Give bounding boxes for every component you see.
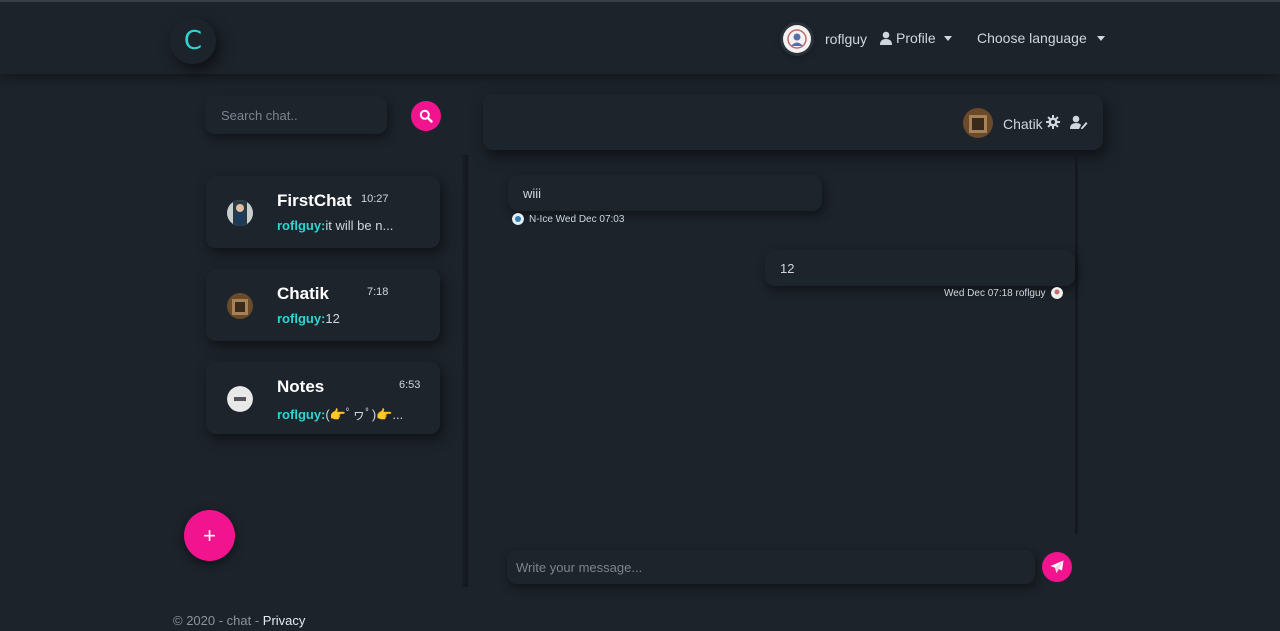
- message-bubble: 12: [765, 250, 1075, 286]
- chat-time: 7:18: [367, 286, 389, 298]
- message-list[interactable]: wiii N-Ice Wed Dec 07:03 12 Wed Dec 07:1…: [468, 156, 1078, 534]
- chat-header: Chatik: [483, 94, 1103, 150]
- chevron-down-icon: [1096, 35, 1105, 41]
- message-meta: N-Ice Wed Dec 07:03: [512, 213, 624, 225]
- paper-plane-icon: [1050, 560, 1064, 573]
- profile-label: Profile: [896, 30, 936, 46]
- preview-message: 12: [325, 311, 340, 326]
- preview-message: (👉ﾟヮﾟ)👉...: [325, 407, 404, 422]
- message-bubble: wiii: [508, 175, 822, 211]
- search-chat-input[interactable]: [205, 96, 387, 134]
- chat-preview: roflguy:it will be n...: [277, 218, 393, 233]
- message-composer: [507, 550, 1035, 584]
- chat-title: Chatik: [1003, 116, 1043, 132]
- chat-name: FirstChat: [277, 191, 352, 210]
- search-button[interactable]: [411, 101, 441, 131]
- message-meta-text: Wed Dec 07:18 roflguy: [944, 287, 1046, 299]
- message-text: wiii: [523, 186, 542, 201]
- copyright-text: © 2020 - chat -: [173, 613, 263, 628]
- search-chat-box: [205, 96, 387, 134]
- sender-avatar: [512, 213, 524, 225]
- chat-time: 6:53: [399, 379, 421, 391]
- send-button[interactable]: [1042, 552, 1072, 582]
- user-avatar[interactable]: [783, 25, 811, 53]
- chat-list-item-firstchat[interactable]: FirstChat 10:27 roflguy:it will be n...: [206, 176, 440, 248]
- message-input[interactable]: [507, 550, 1035, 584]
- nav-username[interactable]: roflguy: [825, 31, 867, 47]
- chevron-down-icon: [943, 35, 952, 41]
- preview-author: roflguy:: [277, 218, 326, 233]
- top-navbar: C roflguy Profile Choose language: [0, 0, 1280, 74]
- chat-preview: roflguy:12: [277, 311, 340, 326]
- chat-preview: roflguy:(👉ﾟヮﾟ)👉...: [277, 404, 403, 423]
- chat-avatar: [227, 386, 253, 412]
- preview-author: roflguy:: [277, 311, 326, 326]
- message-meta: Wed Dec 07:18 roflguy: [944, 287, 1063, 299]
- preview-author: roflguy:: [277, 407, 326, 422]
- chat-time: 10:27: [361, 193, 389, 205]
- chat-name: Chatik: [277, 284, 329, 303]
- chat-name: Notes: [277, 377, 325, 396]
- user-edit-icon[interactable]: [1070, 115, 1088, 134]
- search-icon: [419, 109, 433, 123]
- privacy-link[interactable]: Privacy: [263, 613, 306, 628]
- gear-icon[interactable]: [1046, 115, 1060, 134]
- language-label: Choose language: [977, 30, 1087, 46]
- chat-list-item-chatik[interactable]: Chatik 7:18 roflguy:12: [206, 269, 440, 341]
- brand-logo[interactable]: C: [170, 18, 216, 64]
- chat-list-item-notes[interactable]: Notes 6:53 roflguy:(👉ﾟヮﾟ)👉...: [206, 362, 440, 434]
- profile-dropdown[interactable]: Profile: [880, 30, 952, 46]
- add-chat-button[interactable]: +: [184, 510, 235, 561]
- message-meta-text: N-Ice Wed Dec 07:03: [529, 213, 625, 225]
- user-icon: [880, 31, 892, 45]
- message-text: 12: [780, 261, 795, 276]
- language-dropdown[interactable]: Choose language: [977, 30, 1105, 46]
- preview-message: it will be n...: [325, 218, 394, 233]
- sender-avatar: [1050, 287, 1063, 299]
- chat-header-avatar: [963, 108, 993, 138]
- chat-avatar: [227, 200, 253, 226]
- chat-avatar: [227, 293, 253, 319]
- footer: © 2020 - chat - Privacy: [173, 613, 305, 628]
